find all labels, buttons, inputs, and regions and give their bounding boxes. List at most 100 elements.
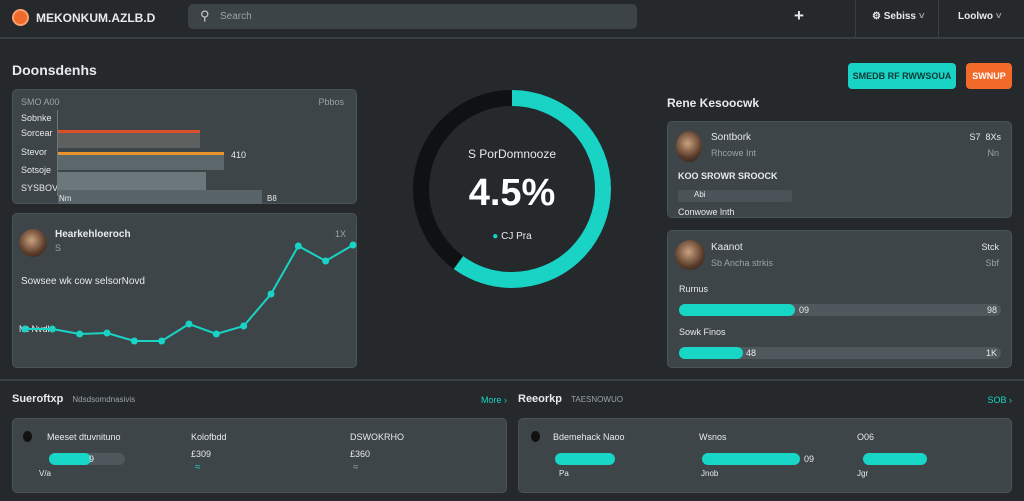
axis-left-label: Nm — [59, 194, 72, 203]
recent-title: Rene Kesoocwk — [667, 96, 760, 110]
line-point — [212, 330, 220, 338]
bar — [58, 130, 200, 148]
sparkline-icon: ≈ — [353, 462, 359, 473]
item-foot: Jnob — [701, 469, 719, 478]
item-amount: £309 — [191, 449, 212, 459]
progress-value: 48 — [746, 348, 757, 358]
plus-icon[interactable]: + — [794, 6, 804, 26]
progress-label: Rurnus — [679, 284, 709, 294]
logo-icon — [12, 9, 29, 26]
page-title: Doonsdenhs — [12, 62, 97, 78]
bar — [58, 172, 206, 190]
user-label: Loolwo — [958, 11, 993, 22]
item-name: Kolofbdd — [191, 432, 227, 442]
bar-label: Sobnke — [21, 113, 52, 123]
bar-label: Sotsoje — [21, 165, 52, 175]
line-point — [158, 337, 166, 345]
progress-label: Sowk Finos — [679, 327, 726, 337]
line-point — [48, 325, 56, 333]
card-footer: Conwowe lnth — [678, 207, 735, 217]
line-chart — [21, 241, 357, 345]
line-point — [185, 320, 193, 328]
secondary-button[interactable]: SWNUP — [966, 63, 1012, 89]
bottom-section: Reeorkp TAESNOWUO SOB › — [518, 393, 1012, 405]
bar-value-label: 410 — [231, 150, 247, 160]
card-stat: Sbf — [985, 258, 999, 268]
line-point — [21, 325, 29, 333]
progress-bar — [702, 453, 800, 465]
sparkline-icon: ≈ — [195, 462, 201, 473]
progress-bar — [679, 347, 1001, 359]
line-point — [322, 257, 330, 265]
avatar — [675, 240, 705, 270]
more-link[interactable]: SOB › — [987, 395, 1012, 405]
bottom-section: Sueroftxp Ndsdsomdnasivis More › — [12, 393, 507, 405]
section-title: Reeorkp — [518, 393, 563, 405]
primary-button[interactable]: SMEDB RF RWWSOUA — [848, 63, 956, 89]
card-sub: Sb Ancha strkis — [711, 258, 774, 268]
bottom-card: Bdemehack Naoo Pa Wsnos 09 Jnob O06 Jgr — [518, 418, 1012, 493]
more-link[interactable]: More › — [481, 395, 507, 405]
recent-card[interactable]: Kaanot Sb Ancha strkis Stck Sbf Rurnus 0… — [667, 230, 1012, 368]
card-name: Sontbork — [711, 132, 752, 143]
top-bar: MEKONKUM.AZLB.D ⚲ Search + ⚙ Sebiss ˅ Lo… — [0, 0, 1024, 39]
item-name: Meeset dtuvnituno — [47, 432, 121, 442]
status-dot-icon — [23, 431, 32, 442]
line-point — [130, 337, 138, 345]
search-input[interactable]: ⚲ Search — [188, 4, 637, 29]
progress-bar — [555, 453, 615, 465]
progress-end: 1K — [985, 348, 997, 358]
bar — [58, 152, 224, 170]
search-icon: ⚲ — [200, 8, 210, 23]
card-stat: S7 8Xs — [969, 132, 1001, 142]
status-dot-icon — [531, 431, 540, 442]
card-header-right: Pbbos — [318, 97, 344, 107]
recent-card[interactable]: Sontbork Rhcowe Int S7 8Xs Nn KOO SROWR … — [667, 121, 1012, 218]
line-point — [349, 241, 357, 249]
divider — [855, 0, 856, 37]
settings-menu[interactable]: ⚙ Sebiss ˅ — [872, 11, 925, 22]
item-name: Wsnos — [699, 432, 727, 442]
card-header: SMO A00 — [21, 97, 60, 107]
user-menu[interactable]: Loolwo ˅ — [958, 11, 1002, 22]
progress-value: 09 — [804, 454, 815, 464]
line-point — [103, 329, 111, 337]
card-heading: KOO SROWR SROOCK — [678, 171, 778, 181]
settings-label: Sebiss — [883, 11, 916, 22]
bar — [58, 190, 262, 204]
card-stat: Nn — [987, 148, 999, 158]
card-sub: Rhcowe Int — [711, 148, 757, 158]
progress-end: 98 — [986, 305, 997, 315]
item-name: DSWOKRHO — [350, 432, 404, 442]
bar-label: Stevor — [21, 147, 48, 157]
item-foot: Pa — [559, 469, 569, 478]
progress-value: 9 — [89, 454, 95, 464]
donut-value: 4.5% — [468, 172, 556, 214]
line-point — [240, 322, 248, 330]
card-stat: Stck — [981, 242, 999, 252]
legend-label: CJ Pra — [501, 231, 532, 242]
line-point — [294, 242, 302, 250]
donut-label: S PorDomnooze — [467, 147, 557, 161]
item-foot: Jgr — [857, 469, 869, 478]
section-title: Sueroftxp — [12, 393, 64, 405]
axis-right-label: B8 — [267, 194, 277, 203]
line-chart-card: Hearkehloeroch S 1X Sowsee wk cow selsor… — [12, 213, 357, 368]
app-title: MEKONKUM.AZLB.D — [36, 11, 156, 25]
item-name: O06 — [857, 432, 875, 442]
bottom-card: Meeset dtuvnituno 9 V/a Kolofbdd £309 ≈ … — [12, 418, 507, 493]
bar-label: Sorcear — [21, 128, 53, 138]
progress-bar — [679, 304, 1001, 316]
bar-chart-card: SMO A00 Pbbos Sobnke Sorcear Stevor Sots… — [12, 89, 357, 204]
chip: Abi — [678, 190, 792, 202]
line-point — [76, 330, 84, 338]
search-placeholder: Search — [220, 11, 252, 22]
progress-bar — [49, 453, 125, 465]
legend-dot-icon: ● — [492, 231, 499, 242]
item-foot: V/a — [39, 469, 52, 478]
line-point — [267, 290, 275, 298]
divider — [938, 0, 939, 37]
progress-bar — [863, 453, 927, 465]
donut-legend: ● CJ Pra — [412, 231, 612, 242]
item-name: Bdemehack Naoo — [553, 432, 625, 442]
